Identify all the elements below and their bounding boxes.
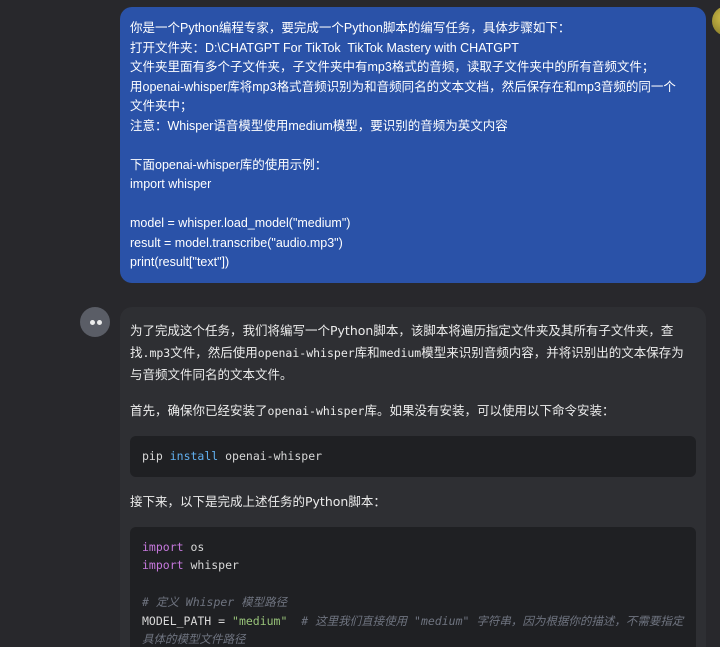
user-message-bubble: 你是一个Python编程专家，要完成一个Python脚本的编写任务，具体步骤如下…: [120, 7, 706, 283]
user-message-line: model = whisper.load_model("medium"): [130, 216, 351, 230]
install-code-block[interactable]: pip install openai-whisper: [130, 436, 696, 477]
user-message-line: 你是一个Python编程专家，要完成一个Python脚本的编写任务，具体步骤如下…: [130, 21, 571, 35]
code-line: MODEL_PATH = "medium" # 这里我们直接使用 "medium…: [142, 612, 684, 647]
code-keyword: import: [142, 558, 184, 572]
code-token: MODEL_PATH =: [142, 613, 233, 628]
user-message-line: print(result["text"]): [130, 255, 230, 269]
intro-text: 库和: [354, 345, 380, 360]
inline-code: medium: [379, 346, 422, 360]
intro-text: 文件，然后使用: [170, 345, 258, 360]
user-message-line: [130, 195, 696, 215]
script-code-block[interactable]: import os import whisper # 定义 Whisper 模型…: [130, 526, 696, 647]
install-intro-text: 库。如果没有安装，可以使用以下命令安装：: [364, 403, 615, 418]
user-message-line: result = model.transcribe("audio.mp3"): [130, 235, 343, 250]
user-message-line: 文件夹中；: [130, 99, 193, 113]
assistant-intro-paragraph: 为了完成这个任务，我们将编写一个Python脚本，该脚本将遍历指定文件夹及其所有…: [130, 320, 696, 386]
install-intro-text: 首先，确保你已经安装了: [130, 403, 268, 418]
user-message-line: 打开文件夹：D:\CHATGPT For TikTok TikTok Maste…: [130, 40, 519, 55]
avatar-eye: [97, 320, 102, 325]
code-string: "medium": [232, 613, 288, 628]
code-token: install: [169, 449, 219, 463]
inline-code: openai-whisper: [267, 404, 365, 418]
inline-code: .mp3: [142, 346, 171, 360]
user-avatar: [712, 6, 720, 36]
code-token: pip: [142, 449, 163, 463]
install-intro-paragraph: 首先，确保你已经安装了openai-whisper库。如果没有安装，可以使用以下…: [130, 400, 696, 422]
script-intro-paragraph: 接下来，以下是完成上述任务的Python脚本：: [130, 493, 386, 509]
avatar-eye: [90, 320, 95, 325]
user-message-line: 下面openai-whisper库的使用示例：: [130, 157, 328, 172]
assistant-avatar-icon: [80, 307, 110, 337]
assistant-message-bubble: 为了完成这个任务，我们将编写一个Python脚本，该脚本将遍历指定文件夹及其所有…: [120, 307, 706, 647]
code-comment: # 定义 Whisper 模型路径: [142, 595, 288, 609]
user-message-line: [130, 136, 696, 156]
inline-code: openai-whisper: [257, 346, 355, 360]
user-message-line: import whisper: [130, 177, 212, 191]
code-token: openai-whisper: [225, 449, 323, 463]
user-message-line: 文件夹里面有多个子文件夹，子文件夹中有mp3格式的音频，读取子文件夹中的所有音频…: [130, 60, 655, 74]
code-keyword: import: [142, 539, 184, 554]
user-message-line: 用openai-whisper库将mp3格式音频识别为和音频同名的文本文档，然后…: [130, 79, 676, 94]
code-token: os: [183, 539, 205, 554]
code-token: whisper: [183, 558, 239, 572]
user-message-line: 注意：Whisper语音模型使用medium模型，要识别的音频为英文内容: [130, 118, 508, 133]
